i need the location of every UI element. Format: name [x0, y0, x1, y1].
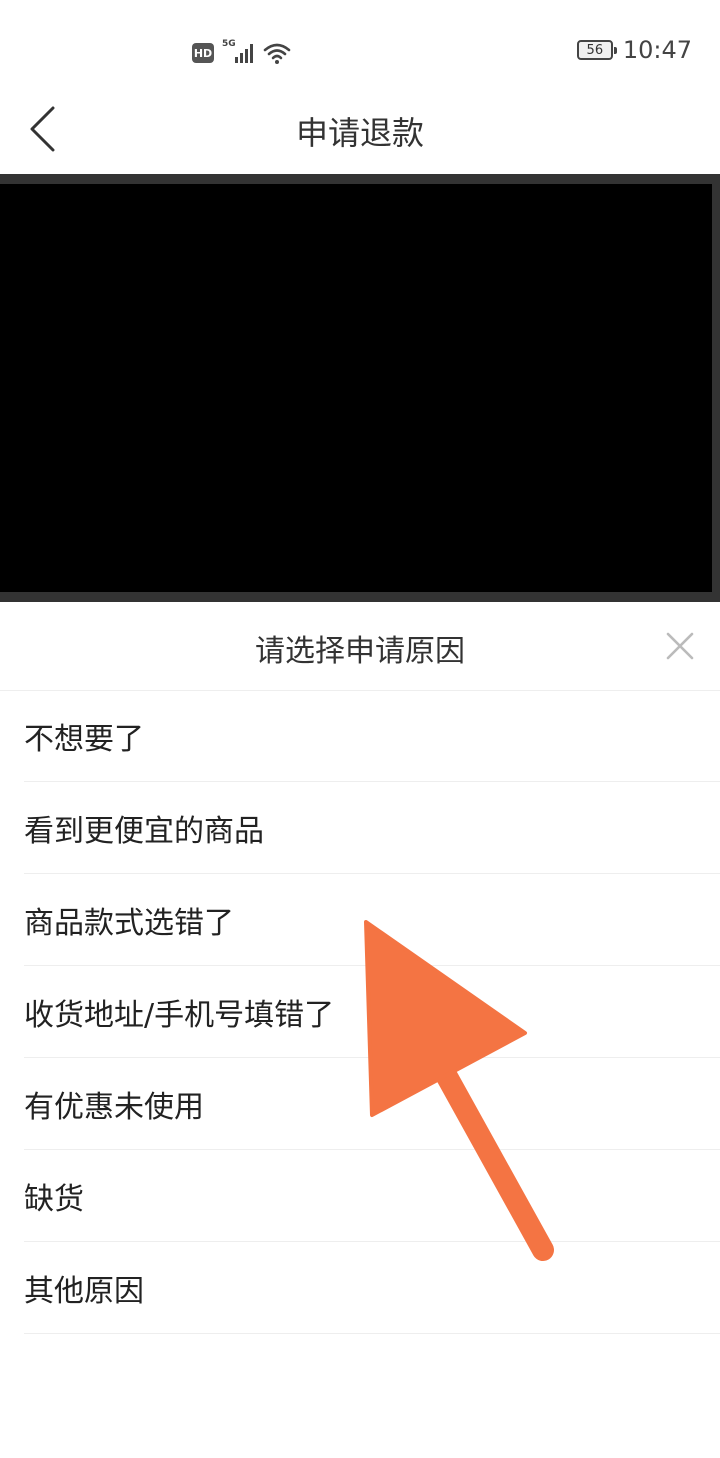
page-title: 申请退款 [295, 114, 424, 152]
status-right: 56 10:47 [576, 36, 692, 64]
reason-item-other[interactable]: 其他原因 [24, 1242, 720, 1334]
close-button[interactable] [662, 628, 698, 664]
sheet-title: 请选择申请原因 [255, 634, 465, 669]
signal-icon: 5G [222, 39, 254, 65]
battery-level: 56 [586, 42, 604, 58]
reason-item-wrong-style[interactable]: 商品款式选错了 [24, 874, 720, 966]
reason-item-cheaper[interactable]: 看到更便宜的商品 [24, 782, 720, 874]
hd-badge: HD [192, 43, 214, 63]
reason-label: 缺货 [24, 1181, 84, 1217]
reason-label: 商品款式选错了 [24, 905, 234, 941]
title-bar: 申请退款 [0, 88, 720, 174]
reason-label: 看到更便宜的商品 [24, 813, 264, 849]
status-time: 10:47 [622, 36, 692, 64]
reason-item-dont-want[interactable]: 不想要了 [24, 690, 720, 782]
wifi-icon [262, 41, 292, 65]
reason-label: 不想要了 [24, 721, 144, 757]
reason-label: 其他原因 [24, 1273, 144, 1309]
reason-item-unused-discount[interactable]: 有优惠未使用 [24, 1058, 720, 1150]
reason-list: 不想要了 看到更便宜的商品 商品款式选错了 收货地址/手机号填错了 有优惠未使用… [24, 690, 720, 1334]
reason-item-out-of-stock[interactable]: 缺货 [24, 1150, 720, 1242]
status-bar: HD 5G 56 10:47 [0, 0, 720, 100]
battery-icon: 56 [576, 40, 617, 60]
reason-sheet: 请选择申请原因 不想要了 看到更便宜的商品 商品款式选错了 收货地址/手机号填错… [0, 602, 720, 1458]
sheet-header: 请选择申请原因 [0, 602, 720, 691]
reason-item-wrong-address[interactable]: 收货地址/手机号填错了 [24, 966, 720, 1058]
reason-label: 有优惠未使用 [24, 1089, 204, 1125]
video-area [0, 184, 712, 592]
close-icon [666, 632, 694, 660]
status-indicators: HD 5G [192, 38, 292, 68]
reason-label: 收货地址/手机号填错了 [24, 997, 335, 1033]
dimmed-overlay[interactable] [0, 174, 720, 602]
